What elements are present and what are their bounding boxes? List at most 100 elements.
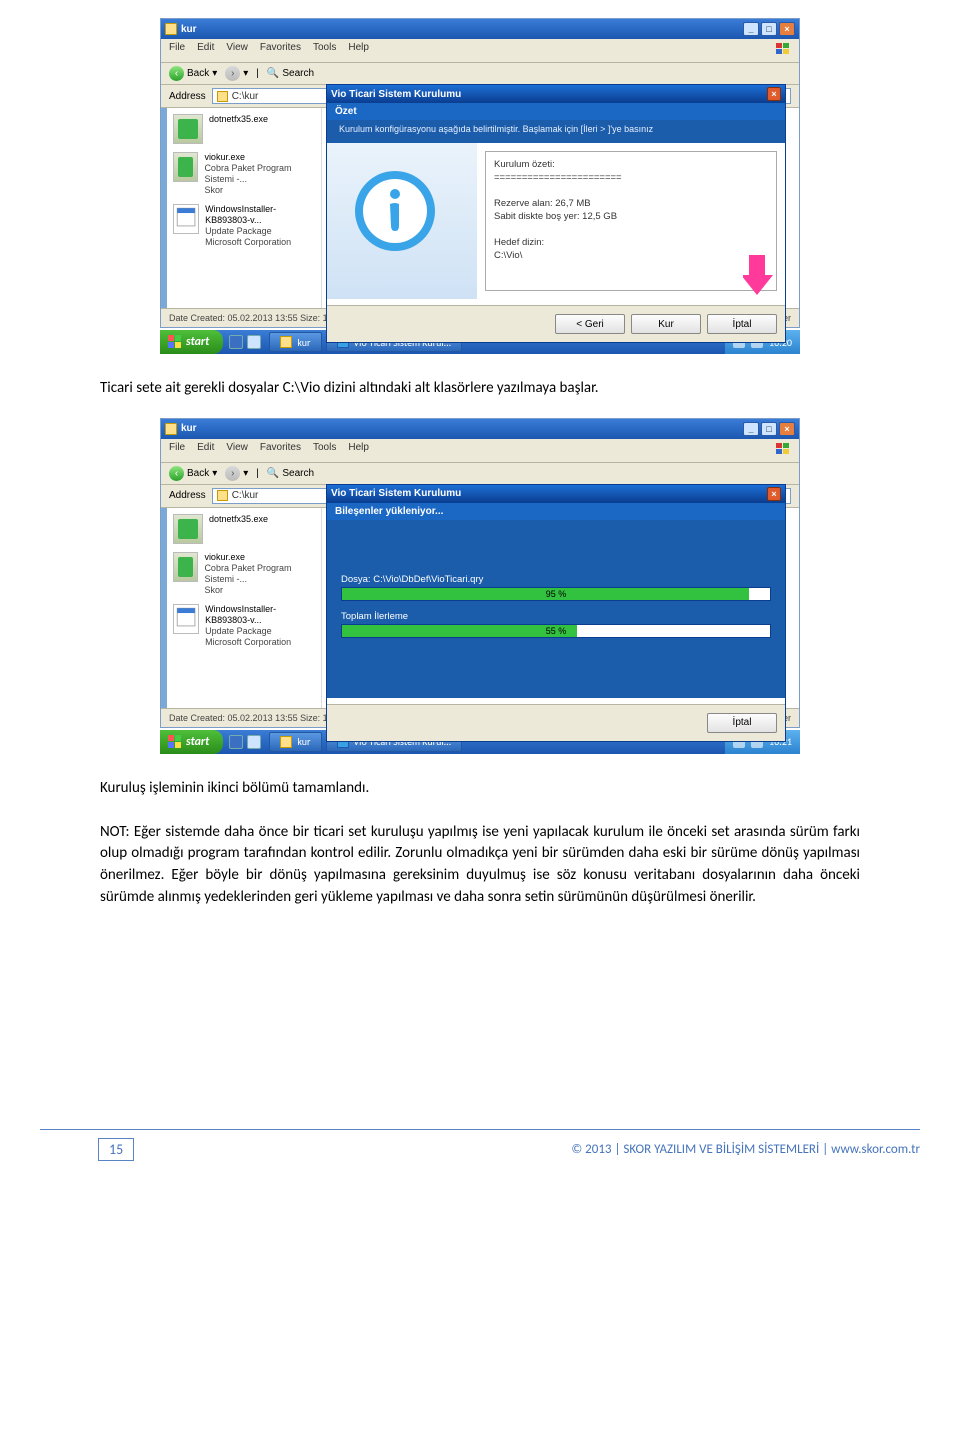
callout-arrow-icon bbox=[743, 255, 777, 298]
nav-toolbar: ‹ Back ▾ › ▾ | 🔍 Search bbox=[161, 463, 799, 485]
file-progress-percent: 95 % bbox=[342, 588, 770, 600]
separator: | bbox=[256, 68, 259, 79]
close-button[interactable]: × bbox=[767, 487, 781, 501]
forward-button[interactable]: › ▾ bbox=[225, 466, 248, 481]
page-number: 15 bbox=[98, 1138, 134, 1161]
menu-favorites[interactable]: Favorites bbox=[260, 442, 301, 459]
forward-arrow-icon: › bbox=[225, 66, 240, 81]
installer-description: Kurulum konfigürasyonu aşağıda belirtilm… bbox=[327, 120, 785, 143]
taskbar-item-kur[interactable]: kur bbox=[269, 332, 321, 352]
maximize-button[interactable]: □ bbox=[761, 422, 777, 436]
search-icon: 🔍 bbox=[267, 468, 279, 479]
installer-title: Vio Ticari Sistem Kurulumu bbox=[331, 488, 461, 499]
explorer-titlebar[interactable]: kur _ □ × bbox=[161, 419, 799, 439]
menu-help[interactable]: Help bbox=[348, 442, 369, 459]
progress-panel: Dosya: C:\Vio\DbDef\VioTicari.qry 95 % T… bbox=[327, 520, 785, 698]
current-file-label: Dosya: C:\Vio\DbDef\VioTicari.qry bbox=[341, 574, 771, 585]
file-item[interactable]: dotnetfx35.exe bbox=[173, 514, 315, 544]
dropdown-icon: ▾ bbox=[243, 68, 248, 79]
file-progress-bar: 95 % bbox=[341, 587, 771, 601]
windows-logo-icon bbox=[168, 735, 182, 749]
dropdown-icon: ▾ bbox=[243, 468, 248, 479]
page-footer: 15 © 2013 | SKOR YAZILIM VE BİLİŞİM SİST… bbox=[40, 1129, 920, 1191]
close-button[interactable]: × bbox=[779, 422, 795, 436]
search-button[interactable]: 🔍 Search bbox=[267, 468, 314, 479]
menu-view[interactable]: View bbox=[226, 42, 248, 59]
taskbar-item-kur[interactable]: kur bbox=[269, 732, 321, 752]
footer-copy: © 2013 | SKOR YAZILIM VE BİLİŞİM SİSTEML… bbox=[571, 1142, 920, 1157]
menu-bar: File Edit View Favorites Tools Help bbox=[161, 439, 799, 463]
search-icon: 🔍 bbox=[267, 68, 279, 79]
quick-launch bbox=[223, 335, 267, 349]
ie-icon[interactable] bbox=[229, 735, 243, 749]
cancel-button[interactable]: İptal bbox=[707, 314, 777, 334]
total-progress-bar: 55 % bbox=[341, 624, 771, 638]
quick-launch bbox=[223, 735, 267, 749]
menu-edit[interactable]: Edit bbox=[197, 442, 214, 459]
menu-file[interactable]: File bbox=[169, 442, 185, 459]
menu-favorites[interactable]: Favorites bbox=[260, 42, 301, 59]
window-title: kur bbox=[181, 24, 197, 35]
close-button[interactable]: × bbox=[779, 22, 795, 36]
exe-icon bbox=[173, 114, 203, 144]
file-item[interactable]: WindowsInstaller-KB893803-v... Update Pa… bbox=[173, 604, 315, 648]
windows-logo-icon bbox=[775, 42, 791, 59]
ie-icon[interactable] bbox=[229, 335, 243, 349]
paragraph-3: NOT: Eğer sistemde daha önce bir ticari … bbox=[100, 822, 860, 909]
installer-button-row: İptal bbox=[327, 704, 785, 741]
back-button[interactable]: ‹ Back ▾ bbox=[169, 66, 217, 81]
back-button[interactable]: < Geri bbox=[555, 314, 625, 334]
install-button[interactable]: Kur bbox=[631, 314, 701, 334]
summary-panel: Kurulum özeti: ======================= R… bbox=[485, 151, 777, 291]
total-progress-label: Toplam İlerleme bbox=[341, 611, 771, 622]
address-value: C:\kur bbox=[232, 91, 259, 102]
dropdown-icon: ▾ bbox=[212, 468, 217, 479]
exe-icon bbox=[173, 514, 203, 544]
back-button[interactable]: ‹ Back ▾ bbox=[169, 466, 217, 481]
search-button[interactable]: 🔍 Search bbox=[267, 68, 314, 79]
installer-dialog: Vio Ticari Sistem Kurulumu × Bileşenler … bbox=[326, 484, 786, 742]
back-arrow-icon: ‹ bbox=[169, 66, 184, 81]
screenshot-1: kur _ □ × File Edit View Favorites Tools… bbox=[160, 18, 800, 354]
start-button[interactable]: start bbox=[160, 330, 223, 354]
explorer-window: kur _ □ × File Edit View Favorites Tools… bbox=[160, 418, 800, 728]
menu-view[interactable]: View bbox=[226, 442, 248, 459]
file-item[interactable]: dotnetfx35.exe bbox=[173, 114, 315, 144]
menu-file[interactable]: File bbox=[169, 42, 185, 59]
folder-icon bbox=[165, 23, 177, 35]
folder-icon bbox=[280, 736, 292, 748]
installer-button-row: < Geri Kur İptal bbox=[327, 305, 785, 342]
menu-bar: File Edit View Favorites Tools Help bbox=[161, 39, 799, 63]
close-button[interactable]: × bbox=[767, 87, 781, 101]
exe-icon bbox=[173, 152, 198, 182]
start-button[interactable]: start bbox=[160, 730, 223, 754]
menu-tools[interactable]: Tools bbox=[313, 42, 336, 59]
windows-logo-icon bbox=[775, 442, 791, 459]
nav-toolbar: ‹ Back ▾ › ▾ | 🔍 Search bbox=[161, 63, 799, 85]
paragraph-1: Ticari sete ait gerekli dosyalar C:\Vio … bbox=[100, 378, 860, 400]
installer-title: Vio Ticari Sistem Kurulumu bbox=[331, 89, 461, 100]
installer-subtitle: Özet bbox=[327, 103, 785, 120]
desktop-icon[interactable] bbox=[247, 335, 261, 349]
address-label: Address bbox=[169, 91, 206, 102]
menu-edit[interactable]: Edit bbox=[197, 42, 214, 59]
file-list: dotnetfx35.exe viokur.exe Cobra Paket Pr… bbox=[167, 508, 322, 708]
explorer-titlebar[interactable]: kur _ □ × bbox=[161, 19, 799, 39]
installer-dialog: Vio Ticari Sistem Kurulumu × Özet Kurulu… bbox=[326, 84, 786, 343]
file-item[interactable]: viokur.exe Cobra Paket Program Sistemi -… bbox=[173, 152, 315, 196]
desktop-icon[interactable] bbox=[247, 735, 261, 749]
forward-button[interactable]: › ▾ bbox=[225, 66, 248, 81]
minimize-button[interactable]: _ bbox=[743, 22, 759, 36]
forward-arrow-icon: › bbox=[225, 466, 240, 481]
folder-icon bbox=[165, 423, 177, 435]
file-item[interactable]: WindowsInstaller-KB893803-v... Update Pa… bbox=[173, 204, 315, 248]
maximize-button[interactable]: □ bbox=[761, 22, 777, 36]
file-item[interactable]: viokur.exe Cobra Paket Program Sistemi -… bbox=[173, 552, 315, 596]
folder-icon bbox=[217, 91, 228, 102]
folder-icon bbox=[217, 490, 228, 501]
screenshot-2: kur _ □ × File Edit View Favorites Tools… bbox=[160, 418, 800, 754]
minimize-button[interactable]: _ bbox=[743, 422, 759, 436]
cancel-button[interactable]: İptal bbox=[707, 713, 777, 733]
menu-tools[interactable]: Tools bbox=[313, 442, 336, 459]
menu-help[interactable]: Help bbox=[348, 42, 369, 59]
